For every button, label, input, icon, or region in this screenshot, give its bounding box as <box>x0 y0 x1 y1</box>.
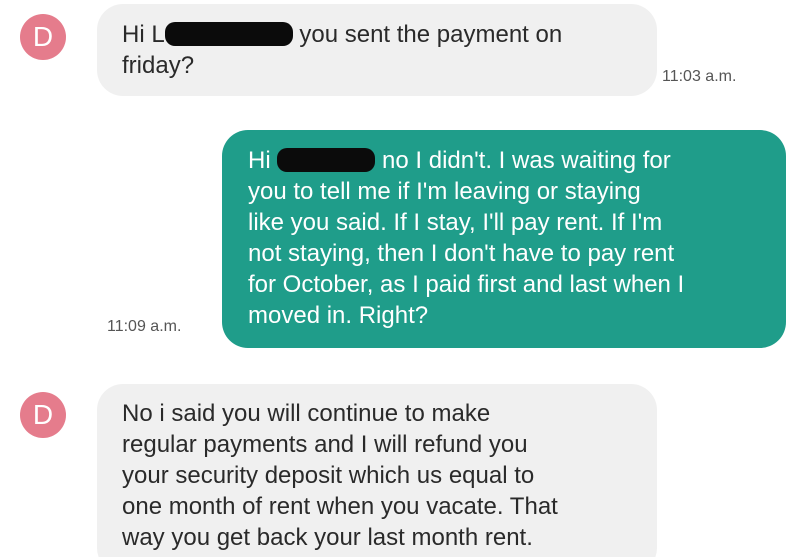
incoming-message-bubble[interactable]: No i said you will continue to make regu… <box>97 384 657 557</box>
message-text: Hi L <box>122 21 165 48</box>
message-timestamp: 11:03 a.m. <box>662 68 737 85</box>
message-line: Hi no I didn't. I was waiting for <box>248 145 786 176</box>
message-text: you sent the payment on <box>299 21 563 48</box>
message-thread: D Hi L you sent the payment on friday? 1… <box>0 0 800 557</box>
contact-avatar[interactable]: D <box>20 14 66 60</box>
message-line: not staying, then I don't have to pay re… <box>248 240 675 267</box>
message-timestamp: 11:09 a.m. <box>107 318 182 335</box>
message-line: your security deposit which us equal to <box>122 462 535 489</box>
message-text: Hi <box>248 147 271 174</box>
message-line: you to tell me if I'm leaving or staying <box>248 178 641 205</box>
message-line: friday? <box>122 52 195 79</box>
incoming-message-bubble[interactable]: Hi L you sent the payment on friday? <box>97 4 657 96</box>
message-line: like you said. If I stay, I'll pay rent.… <box>248 209 663 236</box>
outgoing-message-bubble[interactable]: Hi no I didn't. I was waiting for you to… <box>222 130 786 348</box>
message-text: no I didn't. I was waiting for <box>382 147 671 174</box>
contact-avatar[interactable]: D <box>20 392 66 438</box>
redacted-name <box>277 148 376 172</box>
message-line: moved in. Right? <box>248 302 429 329</box>
message-line: No i said you will continue to make <box>122 400 491 427</box>
redacted-name <box>164 22 293 46</box>
message-line: way you get back your last month rent. <box>122 524 533 551</box>
message-line: Hi L you sent the payment on <box>122 19 657 50</box>
message-line: one month of rent when you vacate. That <box>122 493 558 520</box>
message-line: for October, as I paid first and last wh… <box>248 271 685 298</box>
message-line: regular payments and I will refund you <box>122 431 528 458</box>
